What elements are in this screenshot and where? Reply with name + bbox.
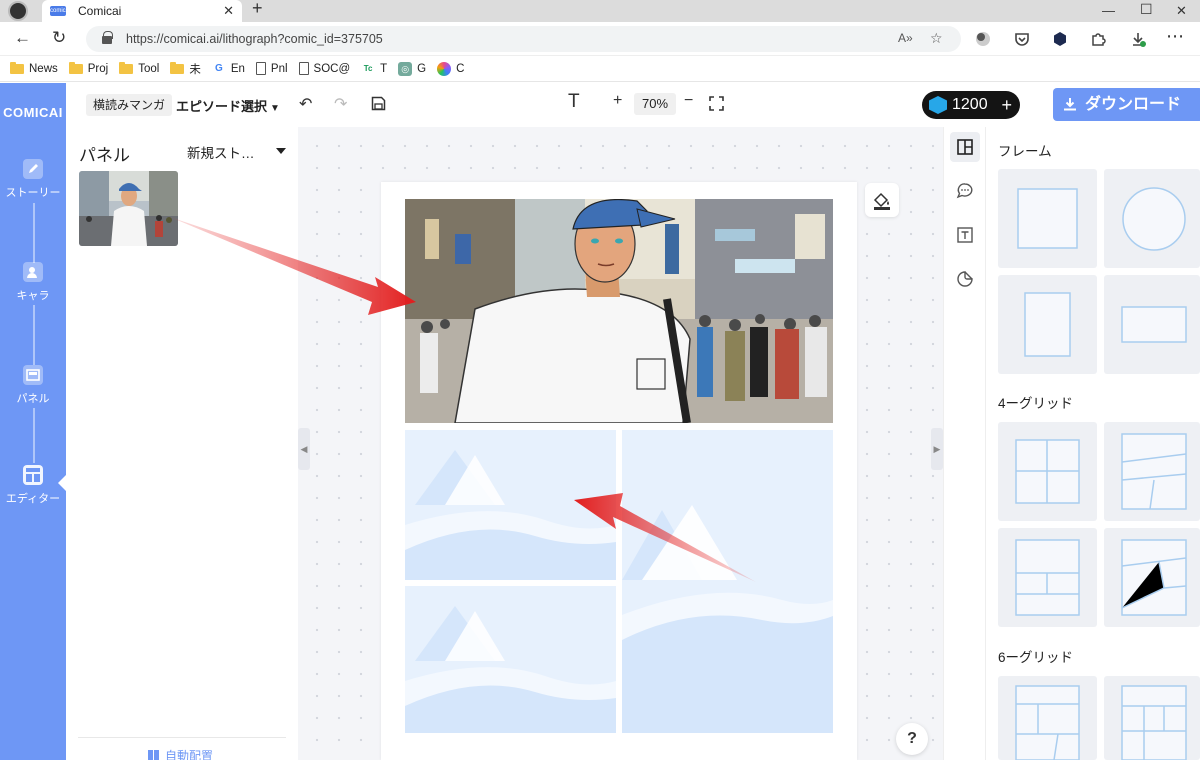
grid6-section-title: 6ーグリッド: [998, 650, 1074, 665]
screenshot: comicai Comicai ✕ + — ☐ ✕ ← ↻ https://co…: [0, 0, 1200, 760]
arrow-to-page: [574, 493, 756, 582]
editor-canvas[interactable]: ◀ ▶ ?: [170, 127, 943, 760]
extension-icon[interactable]: [975, 31, 991, 47]
grid6-layout-tile[interactable]: [998, 676, 1097, 760]
grid6-grid-icon: [1121, 685, 1187, 760]
more-menu-icon[interactable]: ⋯: [1166, 26, 1184, 47]
frame-tool-button[interactable]: [950, 132, 980, 162]
frame-square-tile[interactable]: [998, 169, 1097, 268]
credits-value: 1200: [952, 96, 988, 113]
grid4-layout-icon: [1015, 439, 1080, 504]
grid4-mixed-icon: [1015, 539, 1080, 616]
downloads-icon[interactable]: [1130, 31, 1146, 47]
text-box-icon: [957, 227, 973, 243]
pocket-icon[interactable]: [1014, 31, 1030, 47]
speech-bubble-tool-button[interactable]: [950, 176, 980, 206]
download-label: ダウンロード: [1085, 96, 1182, 113]
circle-frame-icon: [1122, 187, 1186, 251]
speech-bubble-icon: [956, 183, 973, 199]
grid4-layout-tile[interactable]: [1104, 528, 1200, 627]
add-credits-icon[interactable]: +: [1001, 91, 1012, 119]
frame-portrait-tile[interactable]: [998, 275, 1097, 374]
close-window-icon[interactable]: ✕: [1176, 3, 1187, 19]
grid4-diagonal-icon: [1121, 539, 1187, 616]
shield-extension-icon[interactable]: [1052, 31, 1068, 47]
frame-section-title: フレーム: [998, 144, 1052, 159]
grid6-layout-tile[interactable]: [1104, 676, 1200, 760]
landscape-frame-icon: [1121, 306, 1187, 343]
grid6-layout-icon: [1015, 685, 1080, 760]
arrow-to-panel: [170, 217, 416, 315]
grid4-layout-tile[interactable]: [998, 422, 1097, 521]
grid4-layout-tile[interactable]: [1104, 422, 1200, 521]
grid4-layout-tile[interactable]: [998, 528, 1097, 627]
grid4-slanted-icon: [1121, 433, 1187, 510]
sticker-icon: [957, 271, 973, 287]
sticker-tool-button[interactable]: [950, 264, 980, 294]
grid4-section-title: 4ーグリッド: [998, 396, 1074, 411]
maximize-icon[interactable]: ☐: [1140, 1, 1153, 18]
extensions-puzzle-icon[interactable]: [1090, 31, 1106, 47]
minimize-icon[interactable]: —: [1102, 3, 1115, 18]
frame-landscape-tile[interactable]: [1104, 275, 1200, 374]
portrait-frame-icon: [1024, 292, 1071, 357]
text-box-tool-button[interactable]: [950, 220, 980, 250]
asset-tool-strip: [943, 127, 986, 760]
download-icon: [1064, 98, 1076, 111]
layout-icon: [957, 139, 973, 155]
download-button[interactable]: ダウンロード: [1053, 88, 1200, 121]
frame-circle-tile[interactable]: [1104, 169, 1200, 268]
frame-library: フレーム 4ーグリッド 6ーグリッド: [986, 127, 1200, 760]
square-frame-icon: [1017, 188, 1078, 249]
annotation-arrows: [170, 217, 756, 582]
comicai-app: COMICAI ストーリー キャラ パネル エディター 横読みマンガ エピソード…: [0, 83, 1200, 760]
